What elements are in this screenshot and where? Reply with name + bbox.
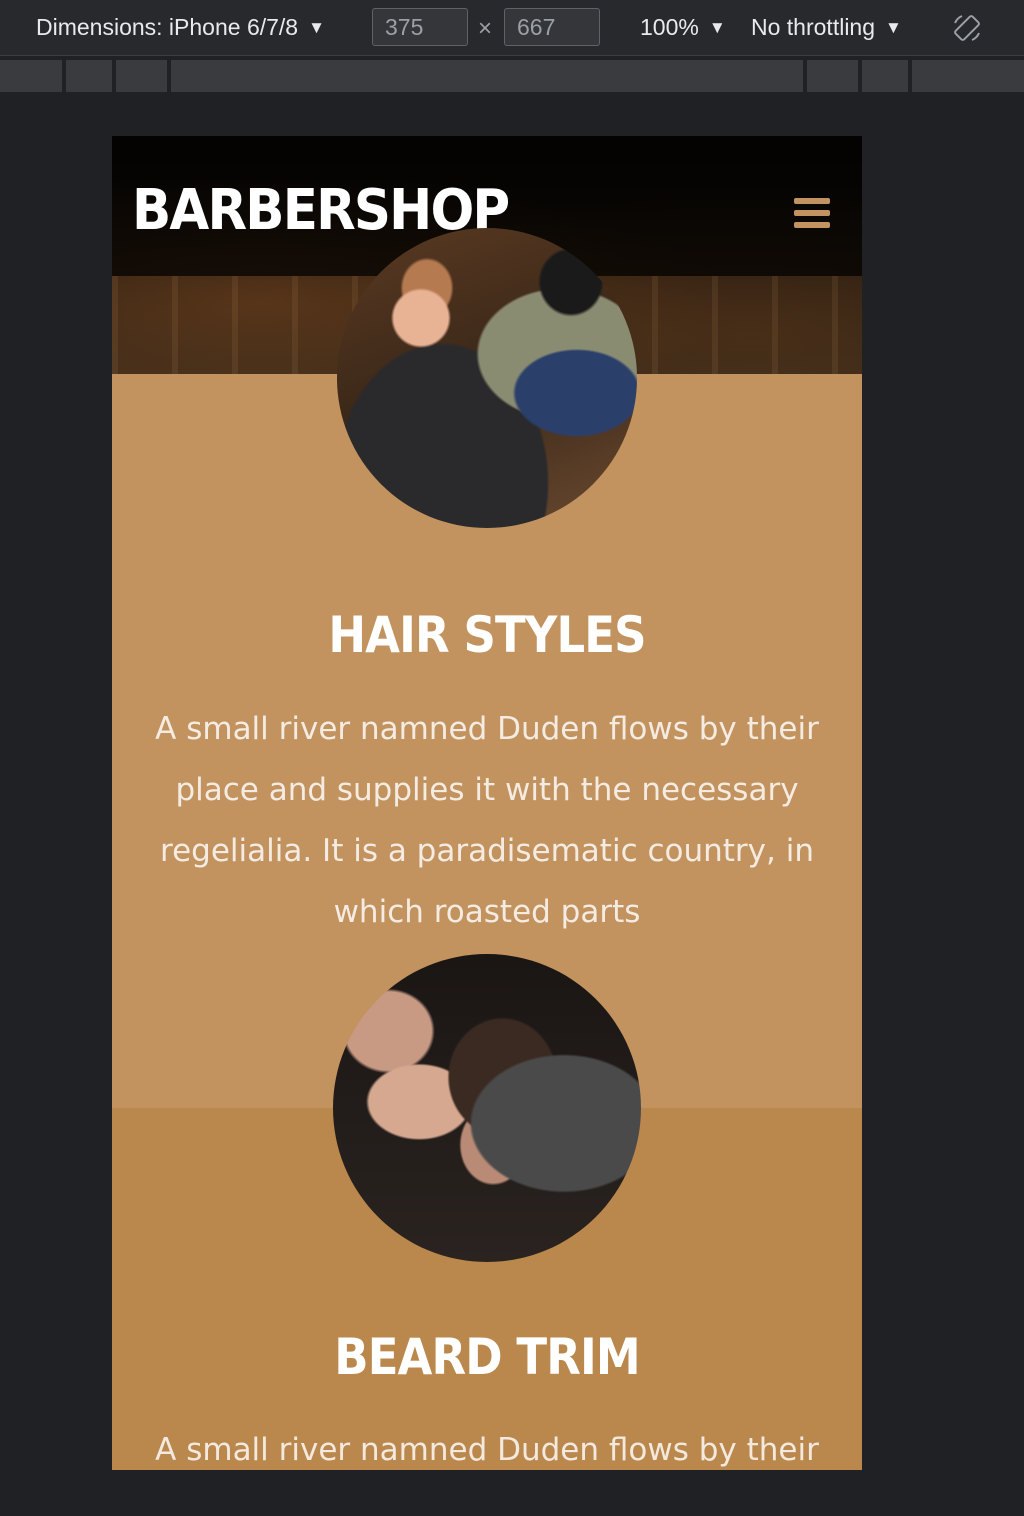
devtools-device-toolbar: Dimensions: iPhone 6/7/8 ▼ × 100% ▼ No t…	[0, 0, 1024, 56]
chevron-down-icon: ▼	[708, 17, 726, 37]
width-input[interactable]	[372, 8, 468, 46]
media-query-segment[interactable]	[0, 60, 62, 92]
section-description: A small river namned Duden flows by thei…	[155, 1432, 819, 1468]
dimensions-label: Dimensions: iPhone 6/7/8	[36, 14, 299, 40]
height-input[interactable]	[504, 8, 600, 46]
times-symbol: ×	[478, 15, 493, 42]
haircut-photo	[337, 228, 637, 528]
media-query-segment[interactable]	[807, 60, 858, 92]
chevron-down-icon: ▼	[308, 17, 325, 37]
media-query-segment[interactable]	[171, 60, 803, 92]
section-title: HAIR STYLES	[328, 606, 646, 664]
section-title: BEARD TRIM	[334, 1328, 640, 1386]
zoom-label: 100%	[640, 14, 699, 40]
device-viewport: BARBERSHOP HAIR STYLES A small river nam…	[112, 136, 862, 1470]
media-query-segment[interactable]	[66, 60, 112, 92]
media-query-bar	[0, 56, 1024, 92]
media-query-segment[interactable]	[862, 60, 908, 92]
throttling-label: No throttling	[751, 14, 876, 40]
media-query-segment[interactable]	[116, 60, 167, 92]
throttling-dropdown[interactable]: No throttling ▼	[751, 14, 902, 41]
beard-trim-photo	[333, 954, 641, 1262]
section-description: A small river namned Duden flows by thei…	[155, 711, 819, 930]
rotate-icon[interactable]	[952, 13, 982, 43]
zoom-dropdown[interactable]: 100% ▼	[640, 14, 726, 41]
chevron-down-icon: ▼	[885, 17, 902, 37]
hamburger-menu-icon[interactable]	[794, 198, 830, 228]
dimensions-dropdown[interactable]: Dimensions: iPhone 6/7/8 ▼	[36, 14, 325, 41]
media-query-segment[interactable]	[912, 60, 1024, 92]
